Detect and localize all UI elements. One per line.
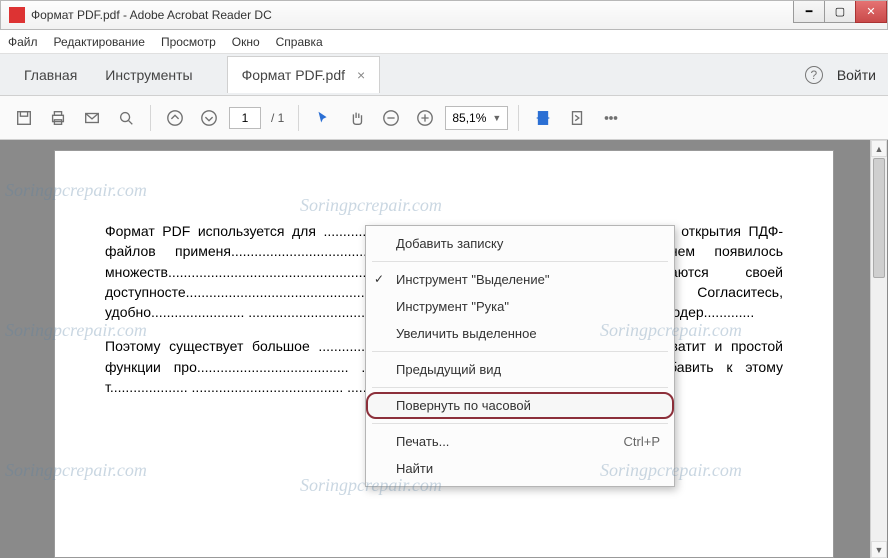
context-menu: Добавить записку ✓ Инструмент "Выделение"… — [365, 225, 675, 487]
menu-help[interactable]: Справка — [276, 35, 323, 49]
ctx-hand-tool[interactable]: Инструмент "Рука" — [366, 293, 674, 320]
ctx-zoom-selection[interactable]: Увеличить выделенное — [366, 320, 674, 347]
login-button[interactable]: Войти — [837, 67, 876, 83]
separator — [372, 387, 668, 388]
separator — [518, 105, 519, 131]
chevron-down-icon: ▼ — [492, 113, 501, 123]
hand-tool-icon[interactable] — [343, 104, 371, 132]
zoom-select[interactable]: 85,1% ▼ — [445, 106, 508, 130]
save-icon[interactable] — [10, 104, 38, 132]
menu-file[interactable]: Файл — [8, 35, 38, 49]
ctx-rotate-clockwise[interactable]: Повернуть по часовой — [366, 392, 674, 419]
zoom-out-icon[interactable] — [377, 104, 405, 132]
email-icon[interactable] — [78, 104, 106, 132]
separator — [372, 423, 668, 424]
help-icon[interactable]: ? — [805, 66, 823, 84]
print-icon[interactable] — [44, 104, 72, 132]
tab-document[interactable]: Формат PDF.pdf × — [227, 56, 381, 93]
zoom-value: 85,1% — [452, 111, 486, 125]
ctx-print[interactable]: Печать... Ctrl+P — [366, 428, 674, 455]
scroll-thumb[interactable] — [873, 158, 885, 278]
page-down-icon[interactable] — [195, 104, 223, 132]
separator — [372, 261, 668, 262]
ctx-add-note[interactable]: Добавить записку — [366, 230, 674, 257]
window-title: Формат PDF.pdf - Adobe Acrobat Reader DC — [31, 8, 272, 22]
menu-window[interactable]: Окно — [232, 35, 260, 49]
tab-close-icon[interactable]: × — [357, 67, 365, 83]
page-total-label: / 1 — [271, 111, 284, 125]
tabs-row: Главная Инструменты Формат PDF.pdf × ? В… — [0, 54, 888, 96]
ctx-prev-view[interactable]: Предыдущий вид — [366, 356, 674, 383]
ctx-find[interactable]: Найти — [366, 455, 674, 482]
titlebar: Формат PDF.pdf - Adobe Acrobat Reader DC… — [0, 0, 888, 30]
close-button[interactable]: ✕ — [855, 1, 887, 23]
zoom-in-icon[interactable] — [411, 104, 439, 132]
tab-tools[interactable]: Инструменты — [91, 57, 206, 93]
menubar: Файл Редактирование Просмотр Окно Справк… — [0, 30, 888, 54]
separator — [298, 105, 299, 131]
fit-width-icon[interactable] — [529, 104, 557, 132]
menu-edit[interactable]: Редактирование — [54, 35, 145, 49]
tab-home[interactable]: Главная — [10, 57, 91, 93]
page-number-input[interactable] — [229, 107, 261, 129]
page-up-icon[interactable] — [161, 104, 189, 132]
ctx-select-tool-label: Инструмент "Выделение" — [396, 272, 549, 287]
minimize-button[interactable]: ━ — [793, 1, 825, 23]
separator — [150, 105, 151, 131]
maximize-button[interactable]: ▢ — [824, 1, 856, 23]
select-tool-icon[interactable] — [309, 104, 337, 132]
window-buttons: ━ ▢ ✕ — [794, 1, 887, 23]
scroll-up-icon[interactable]: ▲ — [871, 140, 887, 157]
menu-view[interactable]: Просмотр — [161, 35, 216, 49]
scroll-down-icon[interactable]: ▼ — [871, 541, 887, 558]
ctx-select-tool[interactable]: ✓ Инструмент "Выделение" — [366, 266, 674, 293]
fit-page-icon[interactable] — [563, 104, 591, 132]
ctx-print-label: Печать... — [396, 434, 449, 449]
tab-document-label: Формат PDF.pdf — [242, 67, 345, 83]
toolbar: / 1 85,1% ▼ — [0, 96, 888, 140]
more-icon[interactable] — [597, 104, 625, 132]
search-icon[interactable] — [112, 104, 140, 132]
vertical-scrollbar[interactable]: ▲ ▼ — [870, 140, 887, 558]
separator — [372, 351, 668, 352]
check-icon: ✓ — [374, 272, 384, 286]
ctx-print-shortcut: Ctrl+P — [624, 434, 660, 449]
app-icon — [9, 7, 25, 23]
